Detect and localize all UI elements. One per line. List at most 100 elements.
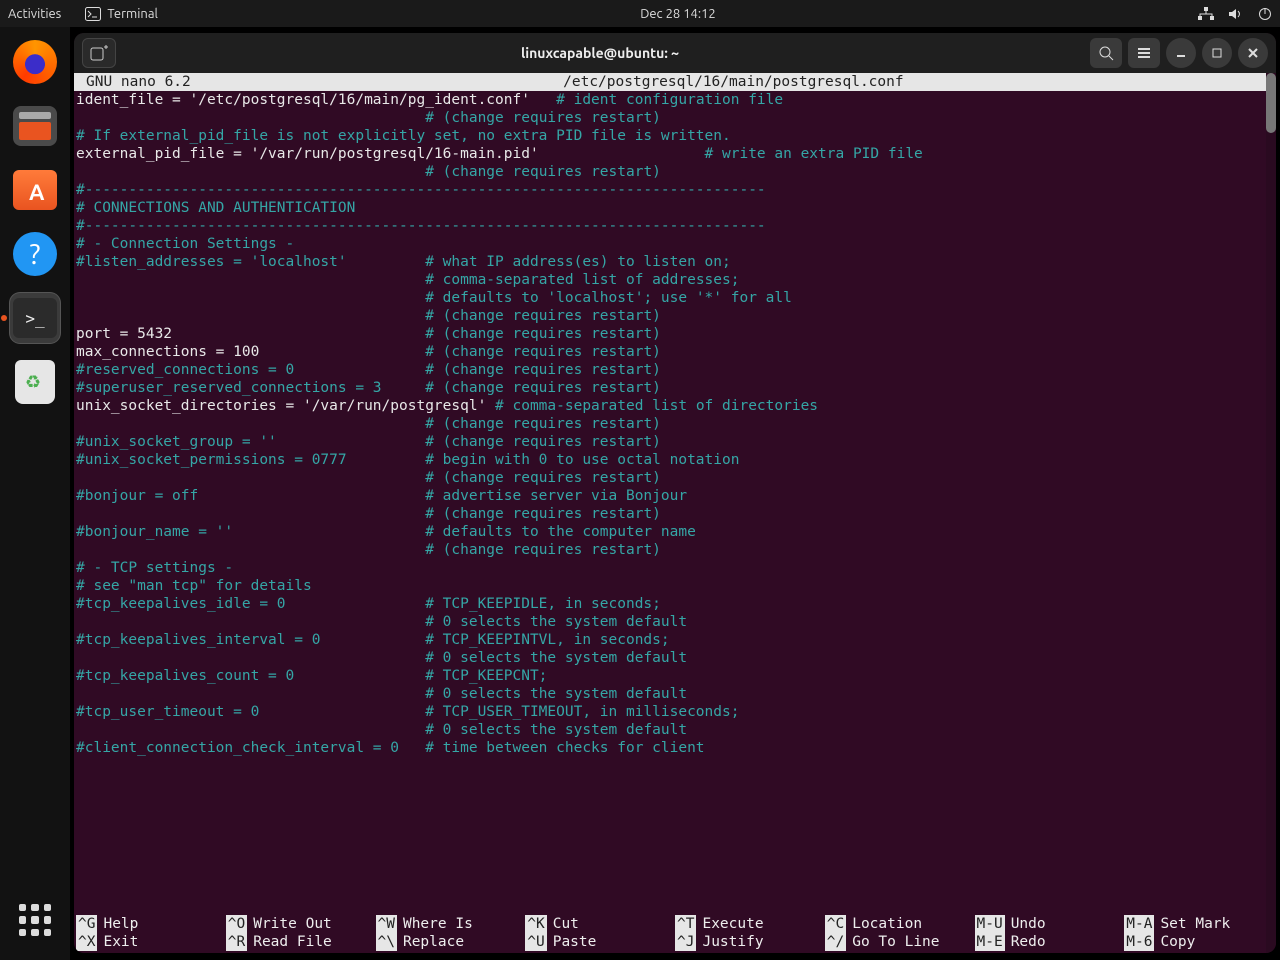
editor-line[interactable]: # defaults to 'localhost'; use '*' for a… xyxy=(76,289,1274,307)
editor-line[interactable]: port = 5432 # (change requires restart) xyxy=(76,325,1274,343)
editor-line[interactable]: # (change requires restart) xyxy=(76,415,1274,433)
editor-line[interactable]: # (change requires restart) xyxy=(76,163,1274,181)
maximize-icon xyxy=(1211,47,1223,59)
terminal-scrollbar[interactable] xyxy=(1266,73,1276,953)
editor-line[interactable]: ident_file = '/etc/postgresql/16/main/pg… xyxy=(76,91,1274,109)
scrollbar-thumb[interactable] xyxy=(1266,73,1276,133)
hamburger-menu-button[interactable] xyxy=(1128,38,1160,68)
software-launcher[interactable] xyxy=(10,165,60,215)
editor-line[interactable]: # 0 selects the system default xyxy=(76,721,1274,739)
editor-line[interactable]: # 0 selects the system default xyxy=(76,649,1274,667)
editor-line[interactable]: #unix_socket_group = '' # (change requir… xyxy=(76,433,1274,451)
nano-shortcut: ^C Location xyxy=(825,915,975,933)
show-applications-button[interactable] xyxy=(15,900,55,940)
comment-text: # CONNECTIONS AND AUTHENTICATION xyxy=(76,200,355,216)
clock[interactable]: Dec 28 14:12 xyxy=(158,7,1198,21)
editor-line[interactable]: #---------------------------------------… xyxy=(76,217,1274,235)
code-text xyxy=(76,416,425,432)
nano-shortcut: M-ERedo xyxy=(975,933,1125,951)
shortcut-label: Location xyxy=(852,915,922,933)
comment-text: #listen_addresses = 'localhost' # what I… xyxy=(76,254,731,270)
editor-line[interactable]: # - Connection Settings - xyxy=(76,235,1274,253)
editor-line[interactable]: #bonjour_name = '' # defaults to the com… xyxy=(76,523,1274,541)
maximize-button[interactable] xyxy=(1202,38,1232,68)
comment-text: # (change requires restart) xyxy=(425,344,661,360)
comment-text: # If external_pid_file is not explicitly… xyxy=(76,128,731,144)
nano-shortcut: M-ASet Mark xyxy=(1124,915,1274,933)
editor-line[interactable]: #tcp_user_timeout = 0 # TCP_USER_TIMEOUT… xyxy=(76,703,1274,721)
shortcut-key: ^/ xyxy=(825,933,846,951)
nano-shortcut: M-UUndo xyxy=(975,915,1125,933)
shortcut-key: ^J xyxy=(675,933,696,951)
editor-line[interactable]: #superuser_reserved_connections = 3 # (c… xyxy=(76,379,1274,397)
terminal-dock-icon: >_ xyxy=(13,298,57,338)
editor-line[interactable]: # (change requires restart) xyxy=(76,109,1274,127)
comment-text: #tcp_user_timeout = 0 # TCP_USER_TIMEOUT… xyxy=(76,704,739,720)
help-launcher[interactable]: ? xyxy=(10,229,60,279)
editor-line[interactable]: #tcp_keepalives_count = 0 # TCP_KEEPCNT; xyxy=(76,667,1274,685)
network-icon[interactable] xyxy=(1198,7,1214,21)
nano-editor-body[interactable]: ident_file = '/etc/postgresql/16/main/pg… xyxy=(74,91,1276,757)
comment-text: # see "man tcp" for details xyxy=(76,578,312,594)
new-tab-button[interactable] xyxy=(82,38,116,68)
close-button[interactable] xyxy=(1238,38,1268,68)
volume-icon[interactable] xyxy=(1228,7,1244,21)
editor-line[interactable]: # see "man tcp" for details xyxy=(76,577,1274,595)
comment-text: # (change requires restart) xyxy=(425,506,661,522)
nano-shortcut: M-6Copy xyxy=(1124,933,1274,951)
nano-shortcut: ^XExit xyxy=(76,933,226,951)
comment-text: # (change requires restart) xyxy=(425,542,661,558)
comment-text: # (change requires restart) xyxy=(425,308,661,324)
editor-line[interactable]: #listen_addresses = 'localhost' # what I… xyxy=(76,253,1274,271)
nano-titlebar: GNU nano 6.2 /etc/postgresql/16/main/pos… xyxy=(74,73,1276,91)
editor-line[interactable]: #reserved_connections = 0 # (change requ… xyxy=(76,361,1274,379)
nano-shortcut: ^WWhere Is xyxy=(376,915,526,933)
files-launcher[interactable] xyxy=(10,101,60,151)
editor-line[interactable]: external_pid_file = '/var/run/postgresql… xyxy=(76,145,1274,163)
terminal-launcher[interactable]: >_ xyxy=(10,293,60,343)
hamburger-icon xyxy=(1136,46,1152,60)
editor-line[interactable]: # CONNECTIONS AND AUTHENTICATION xyxy=(76,199,1274,217)
nano-shortcut: ^TExecute xyxy=(675,915,825,933)
editor-line[interactable]: # (change requires restart) xyxy=(76,505,1274,523)
comment-text: #tcp_keepalives_interval = 0 # TCP_KEEPI… xyxy=(76,632,670,648)
editor-line[interactable]: #bonjour = off # advertise server via Bo… xyxy=(76,487,1274,505)
shortcut-key: ^C xyxy=(825,915,846,933)
files-icon xyxy=(13,106,57,146)
editor-line[interactable]: #---------------------------------------… xyxy=(76,181,1274,199)
minimize-button[interactable] xyxy=(1166,38,1196,68)
editor-line[interactable]: # 0 selects the system default xyxy=(76,613,1274,631)
minimize-icon xyxy=(1175,47,1187,59)
editor-line[interactable]: # comma-separated list of addresses; xyxy=(76,271,1274,289)
editor-line[interactable]: # 0 selects the system default xyxy=(76,685,1274,703)
editor-line[interactable]: #tcp_keepalives_interval = 0 # TCP_KEEPI… xyxy=(76,631,1274,649)
editor-line[interactable]: # If external_pid_file is not explicitly… xyxy=(76,127,1274,145)
nano-shortcut: ^\Replace xyxy=(376,933,526,951)
firefox-launcher[interactable] xyxy=(10,37,60,87)
editor-line[interactable]: #tcp_keepalives_idle = 0 # TCP_KEEPIDLE,… xyxy=(76,595,1274,613)
code-text xyxy=(76,290,425,306)
shortcut-label: Replace xyxy=(403,933,464,951)
comment-text: #bonjour = off # advertise server via Bo… xyxy=(76,488,687,504)
editor-line[interactable]: max_connections = 100 # (change requires… xyxy=(76,343,1274,361)
editor-line[interactable]: #unix_socket_permissions = 0777 # begin … xyxy=(76,451,1274,469)
editor-line[interactable]: #client_connection_check_interval = 0 # … xyxy=(76,739,1274,757)
code-text: port = 5432 xyxy=(76,326,425,342)
activities-button[interactable]: Activities xyxy=(8,7,61,21)
editor-line[interactable]: # (change requires restart) xyxy=(76,541,1274,559)
nano-shortcut: ^OWrite Out xyxy=(226,915,376,933)
nano-shortcut: ^GHelp xyxy=(76,915,226,933)
power-icon[interactable] xyxy=(1258,7,1272,21)
editor-line[interactable]: # - TCP settings - xyxy=(76,559,1274,577)
editor-line[interactable]: unix_socket_directories = '/var/run/post… xyxy=(76,397,1274,415)
editor-line[interactable]: # (change requires restart) xyxy=(76,307,1274,325)
active-app-indicator[interactable]: Terminal xyxy=(85,7,158,21)
editor-line[interactable]: # (change requires restart) xyxy=(76,469,1274,487)
code-text xyxy=(76,686,425,702)
trash-launcher[interactable] xyxy=(10,357,60,407)
terminal-content[interactable]: GNU nano 6.2 /etc/postgresql/16/main/pos… xyxy=(74,73,1276,953)
terminal-window: linuxcapable@ubuntu: ~ GNU nano 6.2 /etc… xyxy=(74,33,1276,953)
comment-text: # comma-separated list of directories xyxy=(495,398,818,414)
search-button[interactable] xyxy=(1090,38,1122,68)
comment-text: #tcp_keepalives_idle = 0 # TCP_KEEPIDLE,… xyxy=(76,596,661,612)
